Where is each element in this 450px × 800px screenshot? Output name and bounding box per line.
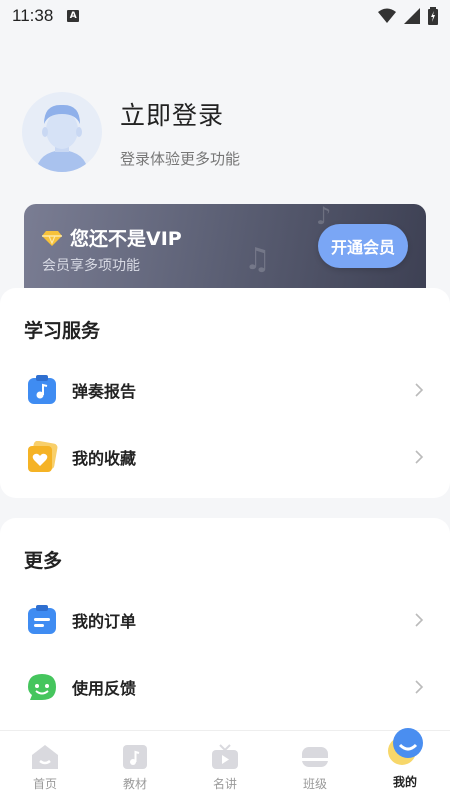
- profile-header[interactable]: 立即登录 登录体验更多功能: [22, 92, 240, 172]
- nav-label: 教材: [122, 777, 147, 791]
- list-item-my-favorites[interactable]: 我的收藏: [0, 429, 450, 485]
- textbook-icon: [123, 745, 147, 769]
- list-item-label: 我的收藏: [72, 449, 137, 468]
- music-note-decoration-icon: ♫: [244, 242, 271, 277]
- list-item-label: 我的订单: [72, 612, 137, 631]
- nav-item-home[interactable]: 首页: [0, 731, 90, 800]
- more-section: 更多 我的订单 使用反馈: [0, 518, 450, 748]
- open-vip-button[interactable]: 开通会员: [318, 224, 408, 268]
- feedback-icon: [28, 674, 56, 700]
- bottom-nav: 首页 教材 名讲 班级 我的: [0, 728, 450, 800]
- list-item-label: 弹奏报告: [72, 382, 137, 401]
- list-item-label: 使用反馈: [72, 679, 137, 698]
- mine-icon: [388, 728, 423, 765]
- nav-label: 名讲: [212, 777, 237, 791]
- vip-diamond-icon: [42, 230, 62, 246]
- list-item-my-orders[interactable]: 我的订单: [0, 592, 450, 648]
- list-item-play-report[interactable]: 弹奏报告: [0, 362, 450, 418]
- login-subtitle: 登录体验更多功能: [120, 149, 241, 168]
- nav-label: 我的: [392, 775, 417, 789]
- chevron-right-icon: [415, 613, 424, 627]
- avatar[interactable]: [22, 92, 102, 172]
- study-services-section: 学习服务 弹奏报告 我的收藏: [0, 288, 450, 498]
- class-icon: [302, 747, 328, 767]
- nav-item-textbook[interactable]: 教材: [90, 731, 180, 800]
- nav-item-mine[interactable]: 我的: [360, 728, 450, 800]
- vip-title: 您还不是VIP: [70, 228, 182, 250]
- chevron-right-icon: [415, 680, 424, 694]
- wifi-icon: [378, 8, 396, 23]
- battery-icon: [428, 7, 438, 25]
- section-title: 学习服务: [24, 320, 101, 342]
- order-icon: [28, 605, 56, 634]
- nav-label: 首页: [32, 777, 57, 791]
- notification-icon: A: [67, 10, 80, 22]
- nav-item-class[interactable]: 班级: [270, 731, 360, 800]
- status-bar: 11:38 A: [0, 0, 450, 32]
- default-avatar-icon: [36, 104, 88, 172]
- login-title[interactable]: 立即登录: [120, 96, 240, 132]
- section-title: 更多: [24, 550, 63, 572]
- status-time: 11:38: [12, 6, 54, 25]
- chevron-right-icon: [415, 450, 424, 464]
- status-indicators: [378, 7, 438, 25]
- tv-icon: [212, 744, 238, 769]
- nav-label: 班级: [302, 777, 327, 791]
- home-icon: [32, 745, 58, 769]
- chevron-right-icon: [415, 383, 424, 397]
- favorite-icon: [28, 441, 58, 472]
- report-icon: [28, 375, 56, 404]
- list-item-feedback[interactable]: 使用反馈: [0, 659, 450, 715]
- vip-subtitle: 会员享多项功能: [42, 258, 140, 274]
- nav-item-lectures[interactable]: 名讲: [180, 731, 270, 800]
- signal-icon: [404, 8, 420, 24]
